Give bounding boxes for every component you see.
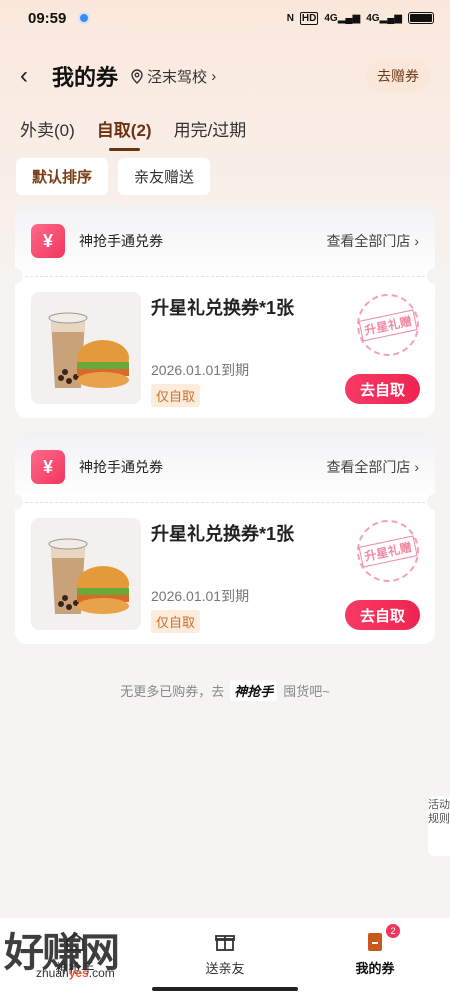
coupon-title: 升星礼兑换券*1张 xyxy=(151,524,295,544)
no-more-coupons-note: 无更多已购券，去 神抢手 囤货吧~ xyxy=(0,680,450,701)
location-selector[interactable]: 泾末驾校 › xyxy=(130,66,216,87)
signal-4g-icon: 4G▂▄▆ xyxy=(324,12,361,24)
location-pin-icon xyxy=(131,68,143,84)
pickup-only-tag: 仅自取 xyxy=(151,610,201,633)
coupon-title: 升星礼兑换券*1张 xyxy=(151,298,295,318)
page-title: 我的券 xyxy=(52,65,119,90)
tab-send-friends-label: 送亲友 xyxy=(205,961,245,976)
hd-icon: HD xyxy=(299,11,319,25)
upgrade-gift-stamp: 升星礼赠 xyxy=(351,514,425,588)
tab-delivery[interactable]: 外卖(0) xyxy=(20,116,75,141)
go-pickup-button[interactable]: 去自取 xyxy=(345,374,420,404)
back-arrow-icon[interactable]: ‹ xyxy=(20,62,46,90)
coupon-tabs: 外卖(0) 自取(2) 用完/过期 xyxy=(20,116,247,151)
card-notch-right xyxy=(427,494,443,510)
watermark-url: zhuanyes.com xyxy=(36,966,115,980)
product-image xyxy=(31,518,141,630)
tab-pickup[interactable]: 自取(2) xyxy=(97,116,152,151)
card-notch-left xyxy=(7,268,23,284)
filter-chips: 默认排序 亲友赠送 xyxy=(16,158,211,195)
filter-friend-gift[interactable]: 亲友赠送 xyxy=(118,158,211,195)
card-notch-right xyxy=(427,268,443,284)
tab-my-coupons-label: 我的券 xyxy=(355,961,395,976)
view-all-stores-link[interactable]: 查看全部门店 › xyxy=(326,231,419,251)
signal-4g-icon-2: 4G▂▄▆ xyxy=(366,12,402,24)
nfc-icon: N xyxy=(286,12,294,24)
chevron-right-icon: › xyxy=(207,67,217,85)
app-notification-icon xyxy=(78,12,91,24)
product-image xyxy=(31,292,141,404)
tab-my-coupons[interactable]: 2 我的券 xyxy=(300,918,450,1000)
upgrade-gift-stamp: 升星礼赠 xyxy=(351,288,425,362)
filter-default-sort[interactable]: 默认排序 xyxy=(16,158,109,195)
coupon-expire-date: 2026.01.01到期 xyxy=(151,588,250,604)
coupon-expire-date: 2026.01.01到期 xyxy=(151,362,250,378)
notification-badge: 2 xyxy=(386,924,400,938)
home-indicator xyxy=(152,987,298,991)
coupon-store-name: 神抢手通兑券 xyxy=(79,233,163,249)
status-time: 09:59 xyxy=(28,9,67,27)
note-text: 无更多已购券，去 xyxy=(120,684,225,699)
give-coupon-button[interactable]: 去赠券 xyxy=(366,60,430,92)
status-bar: 09:59 N HD 4G▂▄▆ 4G▂▄▆ xyxy=(0,0,450,36)
divider xyxy=(15,502,435,503)
yen-coupon-icon: ¥ xyxy=(31,450,65,484)
location-label: 泾末驾校 xyxy=(147,68,208,86)
coupon-card[interactable]: ¥ 神抢手通兑券 查看全部门店 › 升星礼兑换券*1张 2026.01.01到期… xyxy=(7,432,443,644)
gift-icon xyxy=(215,935,235,951)
status-icons: N HD 4G▂▄▆ 4G▂▄▆ xyxy=(286,11,434,25)
coupon-card[interactable]: ¥ 神抢手通兑券 查看全部门店 › 升星礼兑换券*1张 2026.01.01到期… xyxy=(7,206,443,418)
page-header: ‹ 我的券 泾末驾校 › 去赠券 xyxy=(0,56,450,96)
note-text-end: 囤货吧~ xyxy=(283,684,330,699)
card-notch-left xyxy=(7,494,23,510)
yen-coupon-icon: ¥ xyxy=(31,224,65,258)
divider xyxy=(15,276,435,277)
coupon-card-header: ¥ 神抢手通兑券 查看全部门店 › xyxy=(15,432,435,502)
view-all-stores-link[interactable]: 查看全部门店 › xyxy=(326,457,419,477)
go-pickup-button[interactable]: 去自取 xyxy=(345,600,420,630)
coupon-card-header: ¥ 神抢手通兑券 查看全部门店 › xyxy=(15,206,435,276)
pickup-only-tag: 仅自取 xyxy=(151,384,201,407)
brand-link[interactable]: 神抢手 xyxy=(230,680,278,701)
tab-used-expired[interactable]: 用完/过期 xyxy=(174,116,247,141)
coupon-store-name: 神抢手通兑券 xyxy=(79,459,163,475)
coupon-icon xyxy=(368,933,382,951)
battery-icon xyxy=(408,12,434,24)
activity-rules-tab[interactable]: 活动规则 xyxy=(428,796,450,856)
